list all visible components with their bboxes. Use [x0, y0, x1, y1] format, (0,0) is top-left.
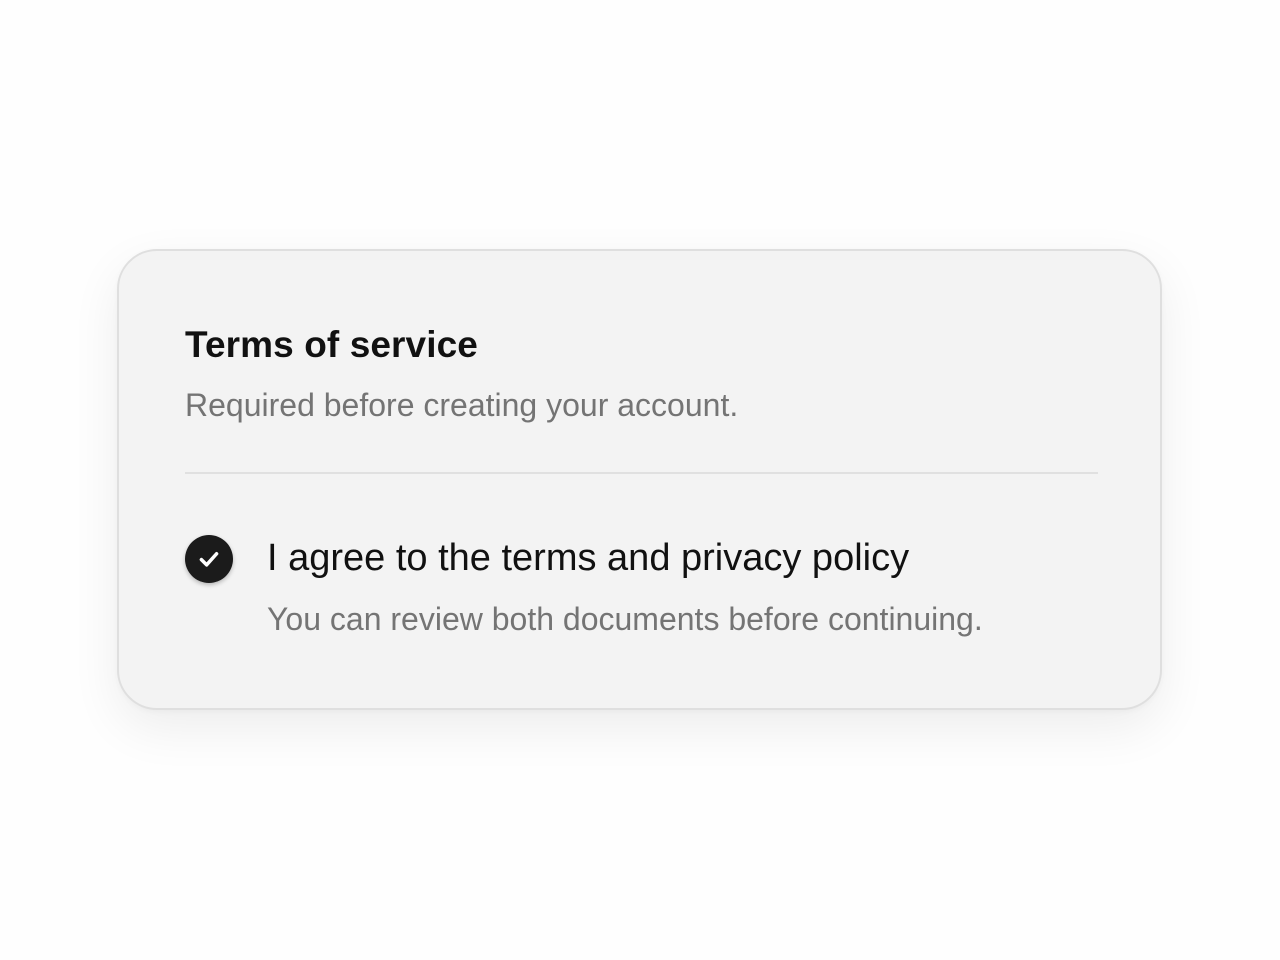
agree-terms-checkbox[interactable] [185, 535, 233, 583]
card-subtitle: Required before creating your account. [185, 387, 739, 423]
card-title: Terms of service [185, 324, 478, 365]
agree-terms-help-text: You can review both documents before con… [267, 601, 983, 637]
agree-terms-label[interactable]: I agree to the terms and privacy policy [267, 537, 909, 580]
terms-card: Terms of service Required before creatin… [117, 249, 1162, 710]
agree-terms-option[interactable]: I agree to the terms and privacy policy … [185, 533, 1098, 653]
divider [185, 472, 1098, 474]
page: Terms of service Required before creatin… [0, 0, 1280, 960]
check-icon [199, 552, 219, 567]
